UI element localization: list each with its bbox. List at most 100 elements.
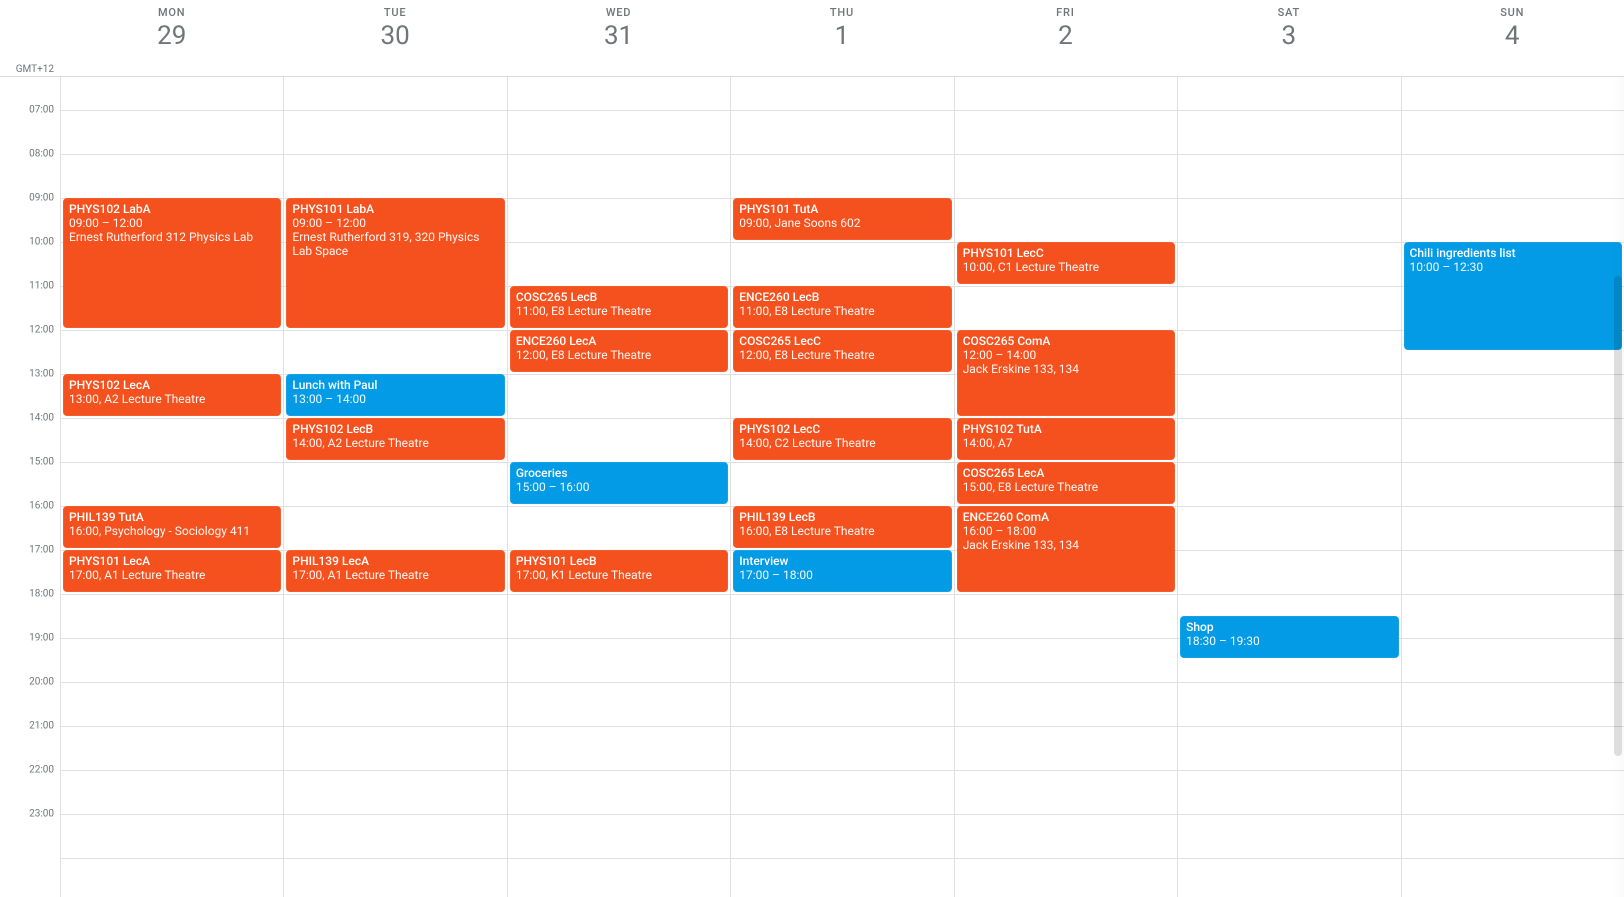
calendar-event[interactable]: COSC265 LecC12:00, E8 Lecture Theatre [733,330,951,372]
hour-label: 08:00 [29,149,54,160]
calendar-event[interactable]: PHIL139 TutA16:00, Psychology - Sociolog… [63,506,281,548]
calendar-event[interactable]: PHIL139 LecB16:00, E8 Lecture Theatre [733,506,951,548]
scrollbar-thumb[interactable] [1614,276,1622,756]
day-column[interactable]: COSC265 LecB11:00, E8 Lecture TheatreENC… [507,88,730,897]
hour-label: 22:00 [29,765,54,776]
day-number[interactable]: 1 [730,21,953,51]
calendar-event[interactable]: PHYS102 LecB14:00, A2 Lecture Theatre [286,418,504,460]
calendar-event[interactable]: PHYS101 LecC10:00, C1 Lecture Theatre [957,242,1175,284]
calendar-event[interactable]: Shop18:30 – 19:30 [1180,616,1398,658]
day-number[interactable]: 2 [954,21,1177,51]
day-header[interactable]: THU 1 [730,0,953,75]
event-title: PHYS102 LecA [69,378,275,392]
calendar-event[interactable]: COSC265 LecA15:00, E8 Lecture Theatre [957,462,1175,504]
event-subtitle: 16:00, E8 Lecture Theatre [739,524,945,538]
event-subtitle: 12:00, E8 Lecture Theatre [739,348,945,362]
hour-label: 16:00 [29,501,54,512]
event-subtitle: 09:00, Jane Soons 602 [739,216,945,230]
event-title: Groceries [516,466,722,480]
day-number[interactable]: 31 [507,21,730,51]
calendar-event[interactable]: PHYS101 LecB17:00, K1 Lecture Theatre [510,550,728,592]
event-title: ENCE260 LecB [739,290,945,304]
day-number[interactable]: 4 [1401,21,1624,51]
calendar-event[interactable]: PHYS102 LecA13:00, A2 Lecture Theatre [63,374,281,416]
calendar-event[interactable]: PHYS102 LabA09:00 – 12:00 Ernest Rutherf… [63,198,281,328]
day-number[interactable]: 3 [1177,21,1400,51]
hour-label: 21:00 [29,721,54,732]
calendar-event[interactable]: PHYS101 LecA17:00, A1 Lecture Theatre [63,550,281,592]
event-title: ENCE260 LecA [516,334,722,348]
event-title: ENCE260 ComA [963,510,1169,524]
calendar-event[interactable]: PHYS102 TutA14:00, A7 [957,418,1175,460]
calendar-event[interactable]: PHYS102 LecC14:00, C2 Lecture Theatre [733,418,951,460]
day-column[interactable]: PHYS101 TutA09:00, Jane Soons 602 ENCE260… [730,88,953,897]
event-title: Shop [1186,620,1392,634]
event-subtitle: 15:00 – 16:00 [516,480,722,494]
day-column[interactable]: PHYS102 LabA09:00 – 12:00 Ernest Rutherf… [60,88,283,897]
day-of-week-label: TUE [283,6,506,19]
event-subtitle: 17:00 – 18:00 [739,568,945,582]
day-column[interactable]: Shop18:30 – 19:30 [1177,88,1400,897]
event-subtitle: 15:00, E8 Lecture Theatre [963,480,1169,494]
day-column[interactable]: PHYS101 LecC10:00, C1 Lecture Theatre COS… [954,88,1177,897]
event-title: PHIL139 LecB [739,510,945,524]
calendar-event[interactable]: PHYS101 LabA09:00 – 12:00 Ernest Rutherf… [286,198,504,328]
calendar-week-view: GMT+12 MON29TUE 30WED31THU 1FRI 2SAT 3SUN 4 0… [0,0,1624,897]
day-header[interactable]: FRI 2 [954,0,1177,75]
calendar-header-row: GMT+12 MON29TUE 30WED31THU 1FRI 2SAT 3SUN 4 [0,0,1624,76]
event-title: COSC265 LecB [516,290,722,304]
event-title: Interview [739,554,945,568]
event-title: PHYS102 LecB [292,422,498,436]
event-subtitle: 12:00, E8 Lecture Theatre [516,348,722,362]
event-subtitle: 11:00, E8 Lecture Theatre [516,304,722,318]
vertical-scrollbar[interactable] [1610,76,1624,897]
calendar-event[interactable]: COSC265 LecB11:00, E8 Lecture Theatre [510,286,728,328]
day-header[interactable]: SAT 3 [1177,0,1400,75]
event-subtitle: 14:00, C2 Lecture Theatre [739,436,945,450]
hour-label: 11:00 [29,281,54,292]
timezone-label: GMT+12 [16,64,54,75]
allday-row [0,76,1624,88]
calendar-event[interactable]: COSC265 ComA12:00 – 14:00 Jack Erskine 1… [957,330,1175,416]
hours-gutter: 07:0008:0009:0010:0011:0012:0013:0014:00… [0,88,60,897]
event-subtitle: 10:00 – 12:30 [1410,260,1616,274]
day-header[interactable]: MON29 [60,0,283,75]
calendar-event[interactable]: ENCE260 ComA16:00 – 18:00 Jack Erskine 1… [957,506,1175,592]
day-column[interactable]: PHYS101 LabA09:00 – 12:00 Ernest Rutherf… [283,88,506,897]
calendar-event[interactable]: Chili ingredients list10:00 – 12:30 [1404,242,1622,350]
event-subtitle: 17:00, A1 Lecture Theatre [69,568,275,582]
calendar-body: 07:0008:0009:0010:0011:0012:0013:0014:00… [0,88,1624,897]
day-number[interactable]: 29 [60,21,283,51]
event-title: PHYS102 LecC [739,422,945,436]
hour-label: 23:00 [29,809,54,820]
day-header[interactable]: WED31 [507,0,730,75]
event-title: COSC265 ComA [963,334,1169,348]
event-subtitle: 09:00 – 12:00 Ernest Rutherford 319, 320… [292,216,498,258]
calendar-event[interactable]: ENCE260 LecA12:00, E8 Lecture Theatre [510,330,728,372]
event-subtitle: 13:00 – 14:00 [292,392,498,406]
calendar-event[interactable]: PHYS101 TutA09:00, Jane Soons 602 [733,198,951,240]
event-subtitle: 13:00, A2 Lecture Theatre [69,392,275,406]
event-title: COSC265 LecA [963,466,1169,480]
day-header[interactable]: SUN 4 [1401,0,1624,75]
day-header[interactable]: TUE 30 [283,0,506,75]
calendar-event[interactable]: Interview17:00 – 18:00 [733,550,951,592]
day-of-week-label: SAT [1177,6,1400,19]
days-wrap: PHYS102 LabA09:00 – 12:00 Ernest Rutherf… [60,88,1624,897]
day-column[interactable]: Chili ingredients list10:00 – 12:30 [1401,88,1624,897]
day-of-week-label: THU [730,6,953,19]
calendar-event[interactable]: Groceries15:00 – 16:00 [510,462,728,504]
event-subtitle: 14:00, A2 Lecture Theatre [292,436,498,450]
day-of-week-label: SUN [1401,6,1624,19]
hour-label: 07:00 [29,105,54,116]
event-title: PHIL139 LecA [292,554,498,568]
calendar-event[interactable]: PHIL139 LecA17:00, A1 Lecture Theatre [286,550,504,592]
calendar-event[interactable]: Lunch with Paul13:00 – 14:00 [286,374,504,416]
event-title: PHYS101 LecA [69,554,275,568]
event-subtitle: 11:00, E8 Lecture Theatre [739,304,945,318]
day-of-week-label: FRI [954,6,1177,19]
hour-label: 18:00 [29,589,54,600]
event-title: COSC265 LecC [739,334,945,348]
day-number[interactable]: 30 [283,21,506,51]
calendar-event[interactable]: ENCE260 LecB11:00, E8 Lecture Theatre [733,286,951,328]
